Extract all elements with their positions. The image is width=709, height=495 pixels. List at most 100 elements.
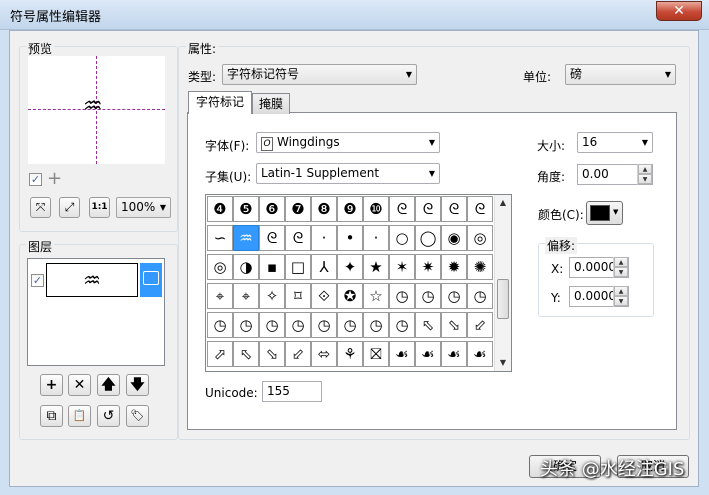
glyph-cell[interactable]: ⬂ [259, 341, 285, 367]
glyph-cell[interactable]: ♒ [233, 225, 259, 251]
layer-symbol[interactable]: ♒ [46, 263, 138, 297]
glyph-cell[interactable]: ◷ [389, 283, 415, 309]
glyph-cell[interactable]: ∽ [207, 225, 233, 251]
glyph-cell[interactable]: ◷ [389, 312, 415, 338]
glyph-cell[interactable]: ✦ [337, 254, 363, 280]
layer-lock-button[interactable] [140, 263, 162, 297]
glyph-cell[interactable]: ☙ [441, 341, 467, 367]
spin-down-icon[interactable]: ▼ [638, 174, 652, 184]
reset-layer-button[interactable]: ↺ [97, 405, 120, 427]
glyph-cell[interactable]: ✹ [441, 254, 467, 280]
type-select[interactable]: 字符标记符号 ▼ [222, 64, 417, 85]
spin-up-icon[interactable]: ▲ [614, 286, 628, 296]
glyph-cell[interactable]: ⌖ [207, 283, 233, 309]
zoom-full-button[interactable]: ⤢ [59, 197, 80, 218]
offset-x-spinner[interactable]: ▲ ▼ [613, 257, 628, 278]
tab-mask[interactable]: 掩膜 [252, 93, 290, 114]
glyph-cell[interactable]: ⌑ [285, 283, 311, 309]
glyph-cell[interactable]: ⬂ [441, 312, 467, 338]
glyph-cell[interactable]: ◯ [415, 225, 441, 251]
glyph-grid[interactable]: ❹ ❺ ❻ ❼ ❽ ❾ ❿ ᘓ ᘓ ᘓ ᘓ ∽ ♒ ᘓ ᘓ · • · ○ ◯ ◉ ◎ ◎ ◑ ▪ □ ⅄ ✦ ★ ✶ ✷ ✹ ✺ ⌖ ⌖ ✧ ⌑ ⟐ ✪ ☆… [205, 194, 512, 372]
glyph-cell[interactable]: ⬁ [233, 341, 259, 367]
glyph-cell[interactable]: ◎ [467, 225, 493, 251]
glyph-cell[interactable]: ⬃ [285, 341, 311, 367]
glyph-cell[interactable]: ᘓ [389, 196, 415, 222]
move-down-button[interactable]: 🡇 [126, 374, 149, 396]
tab-character-marker[interactable]: 字符标记 [188, 91, 252, 114]
unicode-input[interactable]: 155 [262, 381, 322, 402]
glyph-cell[interactable]: ᘓ [467, 196, 493, 222]
glyph-cell[interactable]: ◷ [337, 312, 363, 338]
spin-up-icon[interactable]: ▲ [638, 164, 652, 174]
glyph-cell[interactable]: ⬁ [415, 312, 441, 338]
glyph-cell[interactable]: ❿ [363, 196, 389, 222]
tag-layer-button[interactable]: 🏷 [126, 405, 149, 427]
layer-checkbox[interactable]: ✓ [31, 274, 44, 287]
glyph-cell[interactable]: · [363, 225, 389, 251]
glyph-cell[interactable]: ☙ [415, 341, 441, 367]
size-select[interactable]: 16 ▼ [577, 132, 653, 153]
scroll-up-icon[interactable]: ▲ [495, 195, 511, 211]
glyph-cell[interactable]: ◷ [311, 312, 337, 338]
glyph-cell[interactable]: ▪ [259, 254, 285, 280]
glyph-cell[interactable]: ❽ [311, 196, 337, 222]
angle-spinner[interactable]: ▲ ▼ [637, 164, 652, 185]
glyph-cell[interactable]: □ [285, 254, 311, 280]
glyph-cell[interactable]: ᘓ [259, 225, 285, 251]
zoom-actual-button[interactable]: 1:1 [89, 197, 110, 218]
glyph-cell[interactable]: ◷ [233, 312, 259, 338]
glyph-cell[interactable]: ◷ [467, 283, 493, 309]
offset-y-spinner[interactable]: ▲ ▼ [613, 286, 628, 307]
glyph-cell[interactable]: ◉ [441, 225, 467, 251]
spin-down-icon[interactable]: ▼ [614, 267, 628, 277]
glyph-scrollbar[interactable]: ▲ ▼ [494, 195, 511, 371]
glyph-cell[interactable]: ᘓ [415, 196, 441, 222]
add-layer-button[interactable]: + [40, 374, 63, 396]
glyph-cell[interactable]: ⛝ [363, 341, 389, 367]
layer-list[interactable]: ✓ ♒ [27, 258, 165, 366]
zoom-select[interactable]: 100% ▼ [116, 197, 171, 218]
unit-select[interactable]: 磅 ▼ [565, 64, 676, 85]
glyph-cell[interactable]: ◷ [207, 312, 233, 338]
subset-select[interactable]: Latin-1 Supplement ▼ [256, 163, 440, 184]
glyph-cell[interactable]: ❼ [285, 196, 311, 222]
glyph-cell[interactable]: ✶ [389, 254, 415, 280]
glyph-cell[interactable]: ᘓ [441, 196, 467, 222]
glyph-cell[interactable]: ☙ [467, 341, 493, 367]
glyph-cell[interactable]: ◎ [207, 254, 233, 280]
glyph-cell[interactable]: ⬃ [467, 312, 493, 338]
glyph-cell[interactable]: ◑ [233, 254, 259, 280]
glyph-cell[interactable]: • [337, 225, 363, 251]
glyph-cell[interactable]: ❹ [207, 196, 233, 222]
zoom-fit-button[interactable]: ⤧ [30, 197, 51, 218]
glyph-cell[interactable]: ⬄ [311, 341, 337, 367]
close-button[interactable]: ✕ [656, 1, 702, 21]
font-select[interactable]: O Wingdings ▼ [256, 132, 440, 153]
glyph-cell[interactable]: ᘓ [285, 225, 311, 251]
copy-layer-button[interactable]: ⧉ [40, 405, 63, 427]
glyph-cell[interactable]: ◷ [441, 283, 467, 309]
glyph-cell[interactable]: ⌖ [233, 283, 259, 309]
glyph-cell[interactable]: ○ [389, 225, 415, 251]
preview-checkbox[interactable]: ✓ [29, 173, 42, 186]
move-up-button[interactable]: 🡅 [97, 374, 120, 396]
glyph-cell[interactable]: ◷ [259, 312, 285, 338]
glyph-cell[interactable]: ❾ [337, 196, 363, 222]
paste-layer-button[interactable]: 📋 [68, 405, 91, 427]
spin-down-icon[interactable]: ▼ [614, 296, 628, 306]
glyph-cell[interactable]: ⅄ [311, 254, 337, 280]
color-picker-button[interactable]: ▼ [586, 201, 623, 225]
scroll-down-icon[interactable]: ▼ [495, 355, 511, 371]
glyph-cell[interactable]: · [311, 225, 337, 251]
glyph-cell[interactable]: ☆ [363, 283, 389, 309]
glyph-cell[interactable]: ◷ [285, 312, 311, 338]
glyph-cell[interactable]: ❺ [233, 196, 259, 222]
glyph-cell[interactable]: ✺ [467, 254, 493, 280]
remove-layer-button[interactable]: ✕ [68, 374, 91, 396]
glyph-cell[interactable]: ❻ [259, 196, 285, 222]
glyph-cell[interactable]: ★ [363, 254, 389, 280]
glyph-cell[interactable]: ✷ [415, 254, 441, 280]
crosshair-icon[interactable]: + [47, 168, 62, 189]
glyph-cell[interactable]: ✧ [259, 283, 285, 309]
glyph-cell[interactable]: ◷ [415, 283, 441, 309]
